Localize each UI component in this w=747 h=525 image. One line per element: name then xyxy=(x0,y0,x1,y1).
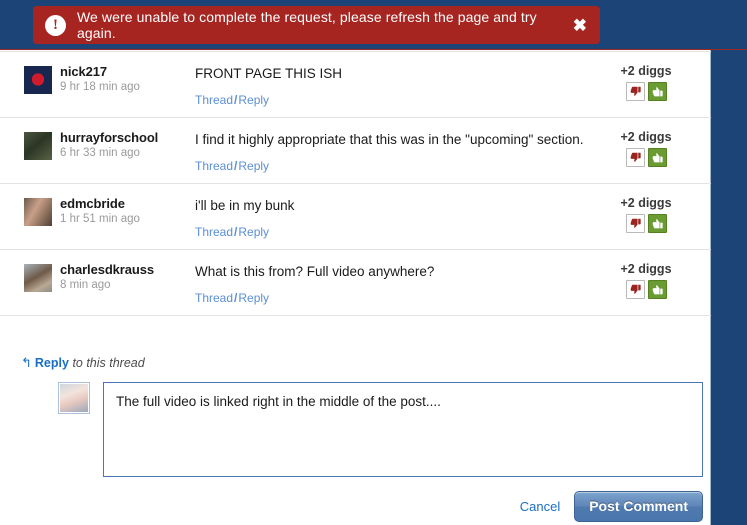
avatar-cell xyxy=(0,196,60,226)
avatar-cell xyxy=(0,64,60,94)
digg-buttons xyxy=(599,214,693,233)
comment-username[interactable]: charlesdkrauss xyxy=(60,262,195,277)
comment-body: I find it highly appropriate that this w… xyxy=(195,130,599,173)
error-banner: ! We were unable to complete the request… xyxy=(33,6,600,44)
reply-link[interactable]: Reply xyxy=(238,225,269,239)
table-row[interactable]: hurrayforschool 6 hr 33 min ago I find i… xyxy=(0,118,711,184)
digg-buttons xyxy=(599,280,693,299)
thumbs-up-icon[interactable] xyxy=(648,82,667,101)
thumbs-up-icon[interactable] xyxy=(648,214,667,233)
comment-timestamp: 6 hr 33 min ago xyxy=(60,145,195,161)
comment-text: FRONT PAGE THIS ISH xyxy=(195,64,589,82)
avatar[interactable] xyxy=(24,132,52,160)
table-row[interactable]: nick217 9 hr 18 min ago FRONT PAGE THIS … xyxy=(0,52,711,118)
comment-actions: Thread/Reply xyxy=(195,93,589,107)
comment-actions: Thread/Reply xyxy=(195,291,589,305)
site-header-bar: ! We were unable to complete the request… xyxy=(0,0,747,50)
thread-link[interactable]: Thread xyxy=(195,291,233,305)
thumbs-down-icon[interactable] xyxy=(626,148,645,167)
error-message: We were unable to complete the request, … xyxy=(66,9,571,41)
comment-username[interactable]: nick217 xyxy=(60,64,195,79)
alert-exclamation-icon: ! xyxy=(45,15,66,36)
cancel-button[interactable]: Cancel xyxy=(520,499,560,514)
close-icon[interactable]: ✖ xyxy=(571,17,589,34)
thread-link[interactable]: Thread xyxy=(195,159,233,173)
reply-link[interactable]: Reply xyxy=(238,159,269,173)
digg-count: +2 diggs xyxy=(599,196,693,210)
digg-count: +2 diggs xyxy=(599,64,693,78)
reply-subtitle: to this thread xyxy=(72,356,144,370)
reply-body xyxy=(0,371,711,477)
avatar[interactable] xyxy=(24,198,52,226)
reply-to-thread-link[interactable]: Reply xyxy=(35,356,69,370)
table-row[interactable]: edmcbride 1 hr 51 min ago i'll be in my … xyxy=(0,184,711,250)
digg-cell: +2 diggs xyxy=(599,130,711,167)
comment-text: What is this from? Full video anywhere? xyxy=(195,262,589,280)
reply-link[interactable]: Reply xyxy=(238,93,269,107)
comments-content-pane: 10 hr 8 min ago Thread/Reply xyxy=(0,0,711,525)
thumbs-down-icon[interactable] xyxy=(626,82,645,101)
digg-count: +2 diggs xyxy=(599,130,693,144)
page-root: 10 hr 8 min ago Thread/Reply xyxy=(0,0,747,525)
digg-cell: +2 diggs xyxy=(599,262,711,299)
thumbs-up-icon[interactable] xyxy=(648,148,667,167)
comment-meta: charlesdkrauss 8 min ago xyxy=(60,262,195,293)
avatar-cell xyxy=(0,130,60,160)
thumbs-down-icon[interactable] xyxy=(626,280,645,299)
comment-actions: Thread/Reply xyxy=(195,159,589,173)
reply-header: ↰Reply to this thread xyxy=(0,345,711,371)
avatar-cell xyxy=(0,262,60,292)
reply-actions: Cancel Post Comment xyxy=(0,491,711,522)
reply-composer: ↰Reply to this thread Cancel Post Commen… xyxy=(0,345,711,522)
table-row[interactable]: charlesdkrauss 8 min ago What is this fr… xyxy=(0,250,711,316)
digg-cell: +2 diggs xyxy=(599,196,711,233)
comment-username[interactable]: hurrayforschool xyxy=(60,130,195,145)
comment-username[interactable]: edmcbride xyxy=(60,196,195,211)
comment-text: i'll be in my bunk xyxy=(195,196,589,214)
comment-body: FRONT PAGE THIS ISH Thread/Reply xyxy=(195,64,599,107)
digg-cell: +2 diggs xyxy=(599,64,711,101)
avatar[interactable] xyxy=(24,66,52,94)
comment-timestamp: 1 hr 51 min ago xyxy=(60,211,195,227)
comment-actions: Thread/Reply xyxy=(195,225,589,239)
comment-body: What is this from? Full video anywhere? … xyxy=(195,262,599,305)
thumbs-up-icon[interactable] xyxy=(648,280,667,299)
digg-buttons xyxy=(599,82,693,101)
comment-text: I find it highly appropriate that this w… xyxy=(195,130,589,148)
digg-buttons xyxy=(599,148,693,167)
comment-timestamp: 9 hr 18 min ago xyxy=(60,79,195,95)
avatar[interactable] xyxy=(24,264,52,292)
comment-meta: hurrayforschool 6 hr 33 min ago xyxy=(60,130,195,161)
thumbs-down-icon[interactable] xyxy=(626,214,645,233)
reply-arrow-icon: ↰ xyxy=(21,355,32,370)
comment-body: i'll be in my bunk Thread/Reply xyxy=(195,196,599,239)
comment-timestamp: 8 min ago xyxy=(60,277,195,293)
thread-link[interactable]: Thread xyxy=(195,93,233,107)
reply-avatar xyxy=(58,382,90,414)
comment-meta: nick217 9 hr 18 min ago xyxy=(60,64,195,95)
reply-link[interactable]: Reply xyxy=(238,291,269,305)
post-comment-button[interactable]: Post Comment xyxy=(574,491,703,522)
thread-link[interactable]: Thread xyxy=(195,225,233,239)
digg-count: +2 diggs xyxy=(599,262,693,276)
comment-input[interactable] xyxy=(103,382,703,477)
avatar xyxy=(60,384,88,412)
comment-meta: edmcbride 1 hr 51 min ago xyxy=(60,196,195,227)
